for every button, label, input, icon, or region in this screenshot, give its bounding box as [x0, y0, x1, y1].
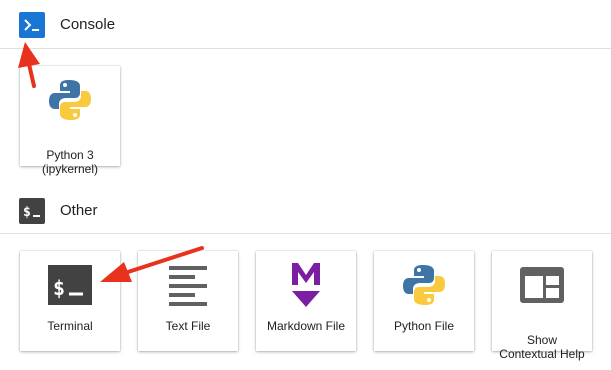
console-divider	[0, 48, 611, 49]
contextual-help-label-text: Show Contextual Help	[499, 333, 585, 361]
text-file-card[interactable]: Text File	[138, 251, 238, 351]
svg-text:$: $	[23, 205, 31, 219]
terminal-icon: $	[20, 259, 120, 311]
python-logo-icon	[374, 259, 474, 311]
python-file-card[interactable]: Python File	[374, 251, 474, 351]
contextual-help-card[interactable]: Show Contextual Help	[492, 251, 592, 361]
contextual-help-card-label: Show Contextual Help	[494, 319, 590, 361]
svg-text:$: $	[53, 276, 65, 300]
text-file-icon	[138, 259, 238, 311]
terminal-dollar-icon: $	[19, 198, 45, 224]
terminal-card[interactable]: $ Terminal	[20, 251, 120, 351]
other-section-title: Other	[60, 202, 98, 219]
markdown-file-card-label: Markdown File	[266, 319, 346, 333]
text-file-card-label: Text File	[165, 319, 211, 333]
python-logo-icon	[20, 74, 120, 126]
python-file-card-label: Python File	[393, 319, 455, 333]
markdown-file-card[interactable]: Markdown File	[256, 251, 356, 351]
contextual-help-icon	[492, 259, 592, 311]
console-section-title: Console	[60, 16, 116, 33]
python3-console-card[interactable]: Python 3 (ipykernel)	[20, 66, 120, 176]
card-label-line1: Python 3 (ipykernel)	[41, 148, 98, 176]
terminal-card-label: Terminal	[47, 319, 93, 333]
markdown-icon	[256, 259, 356, 311]
other-divider	[0, 233, 611, 234]
console-prompt-icon	[19, 12, 45, 38]
card-label: Python 3 (ipykernel)	[22, 134, 118, 176]
